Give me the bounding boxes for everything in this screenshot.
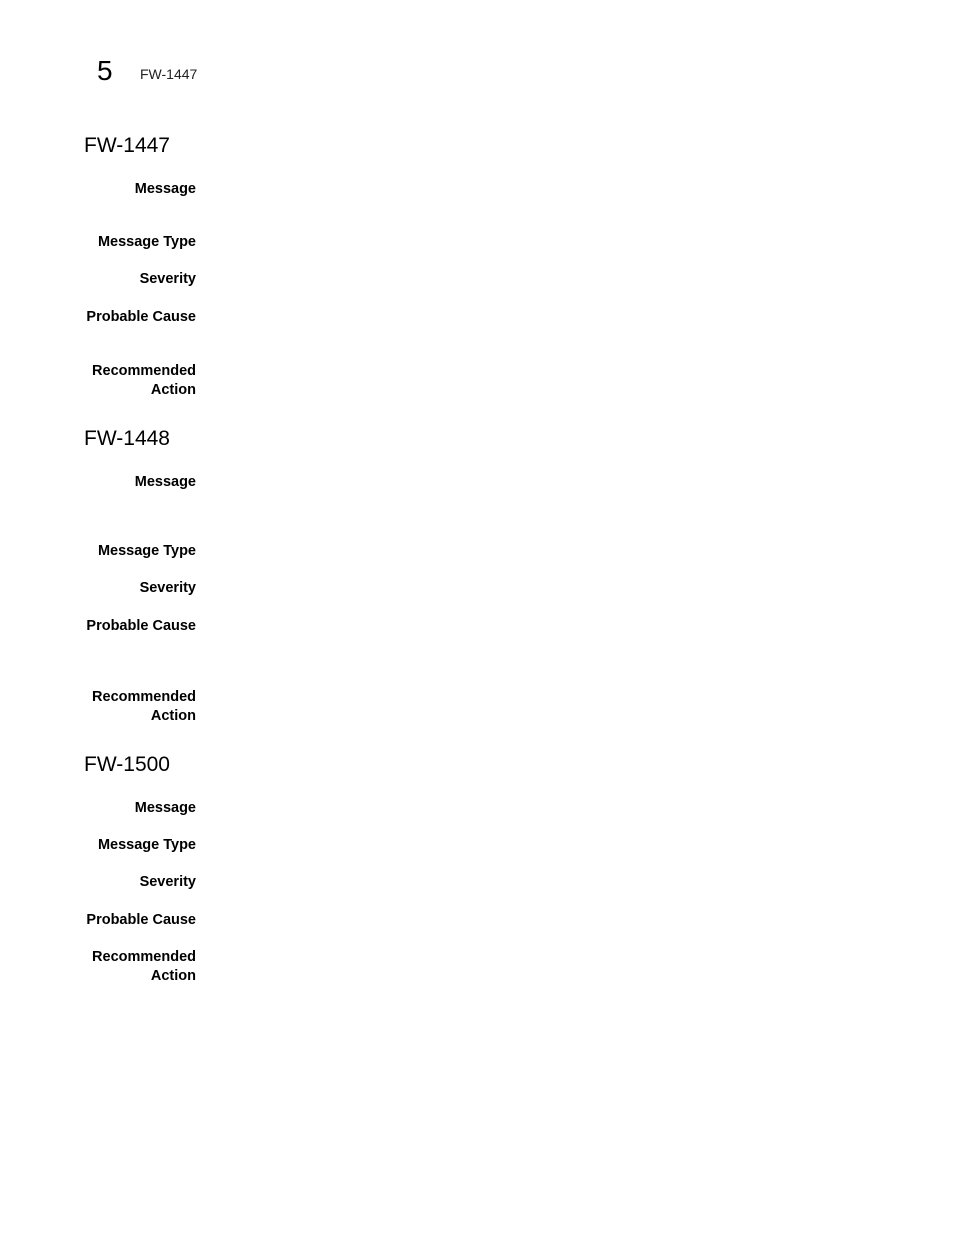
message-type-label: Message Type [97,543,196,559]
severity-label: Severity [139,874,196,890]
recommended-action-label: Recommended Action [36,688,196,726]
recommended-action-label-line1: Recommended [92,949,196,965]
message-label: Message [134,181,196,197]
probable-cause-label: Probable Cause [86,618,196,634]
chapter-number: 5 [97,55,113,86]
probable-cause-label: Probable Cause [86,309,196,325]
severity-label: Severity [139,271,196,287]
severity-label: Severity [139,580,196,596]
recommended-action-label-line2: Action [150,382,196,398]
message-type-label: Message Type [97,234,196,250]
recommended-action-label: Recommended Action [36,362,196,400]
message-label: Message [134,800,196,816]
probable-cause-label: Probable Cause [86,912,196,928]
message-type-label: Message Type [97,837,196,853]
section-title: FW-1500 [84,753,170,776]
section-title: FW-1447 [84,134,170,157]
message-label: Message [134,474,196,490]
recommended-action-label-line1: Recommended [92,363,196,379]
recommended-action-label-line1: Recommended [92,689,196,705]
section-title: FW-1448 [84,427,170,450]
recommended-action-label: Recommended Action [36,948,196,986]
running-title: FW-1447 [140,66,198,82]
recommended-action-label-line2: Action [150,708,196,724]
recommended-action-label-line2: Action [150,968,196,984]
